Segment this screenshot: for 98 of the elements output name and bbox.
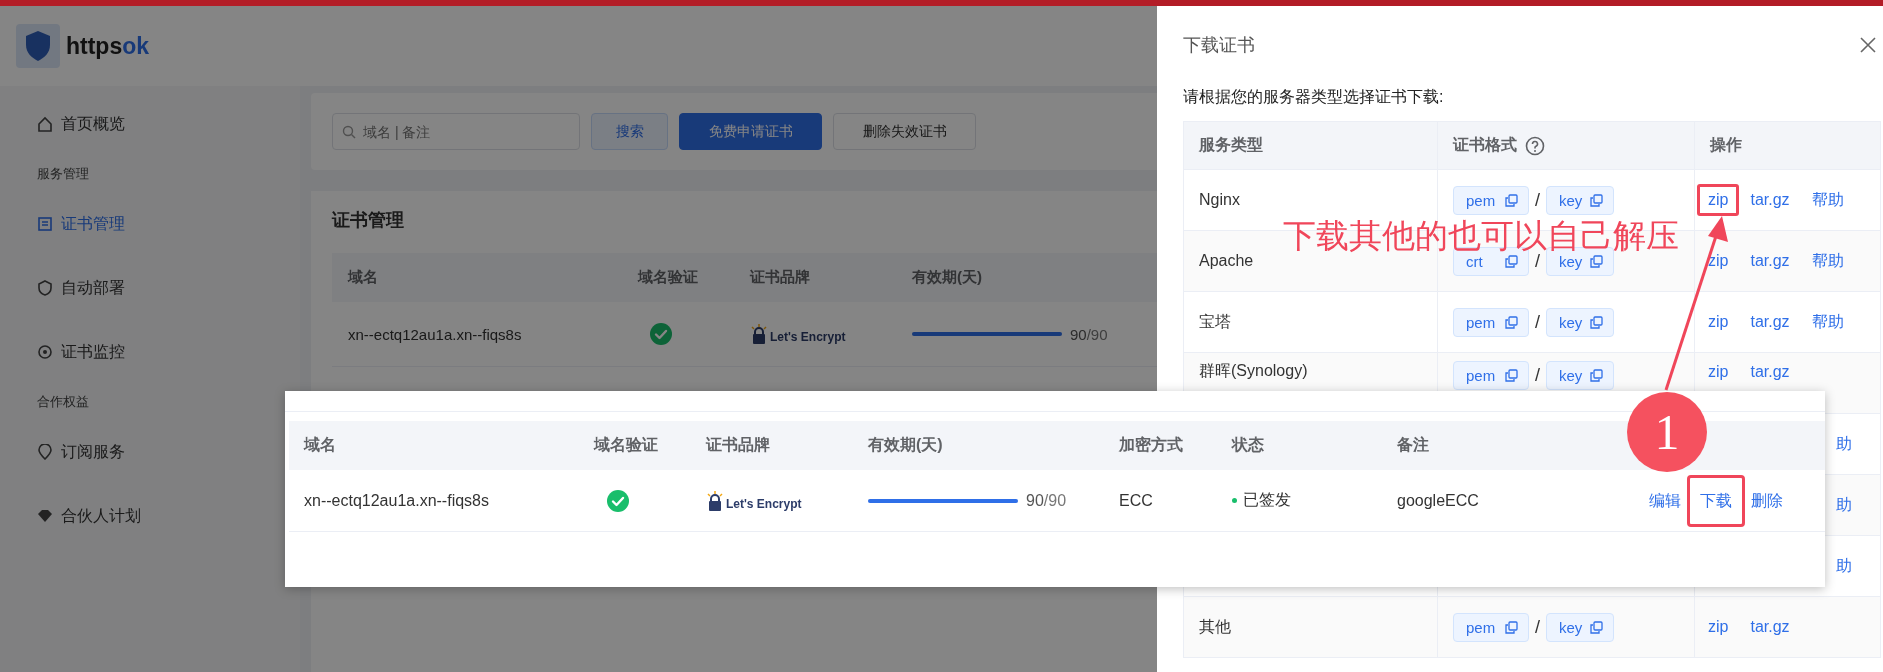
copy-icon xyxy=(1505,193,1518,207)
server-type: 其他 xyxy=(1199,617,1231,635)
encryption-text: ECC xyxy=(1119,491,1153,510)
drawer-title: 下载证书 xyxy=(1183,34,1255,57)
copy-icon xyxy=(1590,254,1604,268)
format-tag[interactable]: pem xyxy=(1453,612,1529,642)
copy-icon xyxy=(1590,315,1604,329)
diamond-icon xyxy=(37,508,53,524)
column-header: 备注 xyxy=(1397,435,1429,455)
download-link[interactable]: 帮助 xyxy=(1800,243,1855,279)
download-link[interactable]: zip xyxy=(1697,184,1740,216)
copy-icon xyxy=(1590,620,1604,634)
download-link[interactable]: tar.gz xyxy=(1739,359,1801,385)
format-tag[interactable]: pem xyxy=(1453,361,1529,390)
server-type: 宝塔 xyxy=(1199,312,1231,330)
days-total: /90 xyxy=(1043,491,1067,510)
column-header: 操作 xyxy=(1710,135,1742,155)
lock-icon xyxy=(706,490,724,511)
sidebar-item[interactable]: 首页概览 xyxy=(37,92,125,156)
document-icon xyxy=(37,216,53,232)
column-header: 域名验证 xyxy=(594,435,658,455)
format-tag[interactable]: key xyxy=(1546,361,1615,390)
toolbar-button[interactable]: 搜索 xyxy=(591,113,668,150)
download-link[interactable]: zip xyxy=(1697,611,1740,643)
download-link[interactable]: 助 xyxy=(1825,548,1863,584)
format-tag[interactable]: pem xyxy=(1453,185,1529,215)
copy-icon xyxy=(1505,254,1518,268)
column-header: 证书格式 xyxy=(1453,135,1517,155)
copy-icon xyxy=(1590,193,1604,207)
close-icon[interactable] xyxy=(1859,36,1877,54)
row-action-link[interactable]: 下载 xyxy=(1687,474,1745,527)
lock-icon xyxy=(750,324,768,344)
download-link[interactable]: 助 xyxy=(1825,426,1863,462)
note-text: googleECC xyxy=(1397,491,1479,510)
format-tag[interactable]: key xyxy=(1546,612,1615,642)
download-link[interactable]: tar.gz xyxy=(1739,306,1801,338)
download-link[interactable]: zip xyxy=(1697,306,1740,338)
column-header: 有效期(天) xyxy=(868,435,943,455)
column-header: 域名 xyxy=(304,435,336,455)
days-total: /90 xyxy=(1086,325,1108,343)
domain-text: xn--ectq12au1a.xn--fiqs8s xyxy=(304,491,489,510)
sidebar-group-label: 合作权益 xyxy=(37,393,89,411)
brand-name: Let's Encrypt xyxy=(726,496,802,511)
panel-title: 证书管理 xyxy=(332,209,405,231)
column-header: 证书品牌 xyxy=(706,435,770,455)
download-link[interactable]: zip xyxy=(1697,359,1740,385)
server-type: Nginx xyxy=(1199,191,1240,208)
days-left: 90 xyxy=(1026,491,1044,510)
download-link[interactable]: 帮助 xyxy=(1800,182,1855,218)
brand-name: Let's Encrypt xyxy=(770,330,846,344)
domain-text: xn--ectq12au1a.xn--fiqs8s xyxy=(348,325,522,343)
server-type: Apache xyxy=(1199,252,1254,269)
search-field[interactable]: 域名 | 备注 xyxy=(332,113,580,150)
sidebar-item[interactable]: 自动部署 xyxy=(37,256,125,320)
pin-icon xyxy=(37,444,53,460)
download-link[interactable]: tar.gz xyxy=(1739,611,1801,643)
brand-logo-text: httpsok xyxy=(66,32,150,60)
separator: / xyxy=(1535,189,1540,211)
format-tag[interactable]: key xyxy=(1546,185,1615,215)
column-header: 证书品牌 xyxy=(750,268,810,287)
home-icon xyxy=(37,116,53,132)
row-action-link[interactable]: 编辑 xyxy=(1646,474,1684,527)
separator: / xyxy=(1535,311,1540,333)
download-link[interactable]: 帮助 xyxy=(1800,304,1855,340)
shield-logo-icon xyxy=(16,24,60,68)
status-text: 已签发 xyxy=(1243,490,1291,510)
download-link[interactable]: 助 xyxy=(1825,487,1863,523)
copy-icon xyxy=(1505,620,1518,634)
drawer-instruction: 请根据您的服务器类型选择证书下载: xyxy=(1183,87,1445,107)
column-header: 域名 xyxy=(348,268,378,287)
sidebar-group-label: 服务管理 xyxy=(37,165,89,183)
download-link[interactable]: zip xyxy=(1697,245,1740,277)
sidebar-item[interactable]: 合伙人计划 xyxy=(37,484,141,548)
help-icon xyxy=(1525,135,1545,156)
column-header: 服务类型 xyxy=(1199,135,1263,155)
format-tag[interactable]: pem xyxy=(1453,307,1529,337)
column-header: 域名验证 xyxy=(638,268,698,287)
sidebar-item[interactable]: 订阅服务 xyxy=(37,420,125,484)
toolbar-button[interactable]: 删除失效证书 xyxy=(833,113,976,150)
copy-icon xyxy=(1505,315,1518,329)
column-header: 加密方式 xyxy=(1119,435,1183,455)
copy-icon xyxy=(1505,369,1518,382)
format-tag[interactable]: key xyxy=(1546,307,1615,337)
separator: / xyxy=(1535,616,1540,638)
column-header: 状态 xyxy=(1232,435,1264,455)
target-icon xyxy=(37,344,53,360)
sidebar-item[interactable]: 证书管理 xyxy=(37,192,125,256)
server-type: 群晖(Synology) xyxy=(1199,362,1308,379)
column-header: 有效期(天) xyxy=(912,268,982,287)
sidebar-item[interactable]: 证书监控 xyxy=(37,320,125,384)
copy-icon xyxy=(1590,369,1604,382)
toolbar-button[interactable]: 免费申请证书 xyxy=(679,113,822,150)
days-left: 90 xyxy=(1070,325,1087,343)
row-action-link[interactable]: 删除 xyxy=(1748,474,1786,527)
download-link[interactable]: tar.gz xyxy=(1739,245,1801,277)
separator: / xyxy=(1535,365,1540,386)
download-link[interactable]: tar.gz xyxy=(1739,184,1801,216)
shield-icon xyxy=(37,280,53,296)
